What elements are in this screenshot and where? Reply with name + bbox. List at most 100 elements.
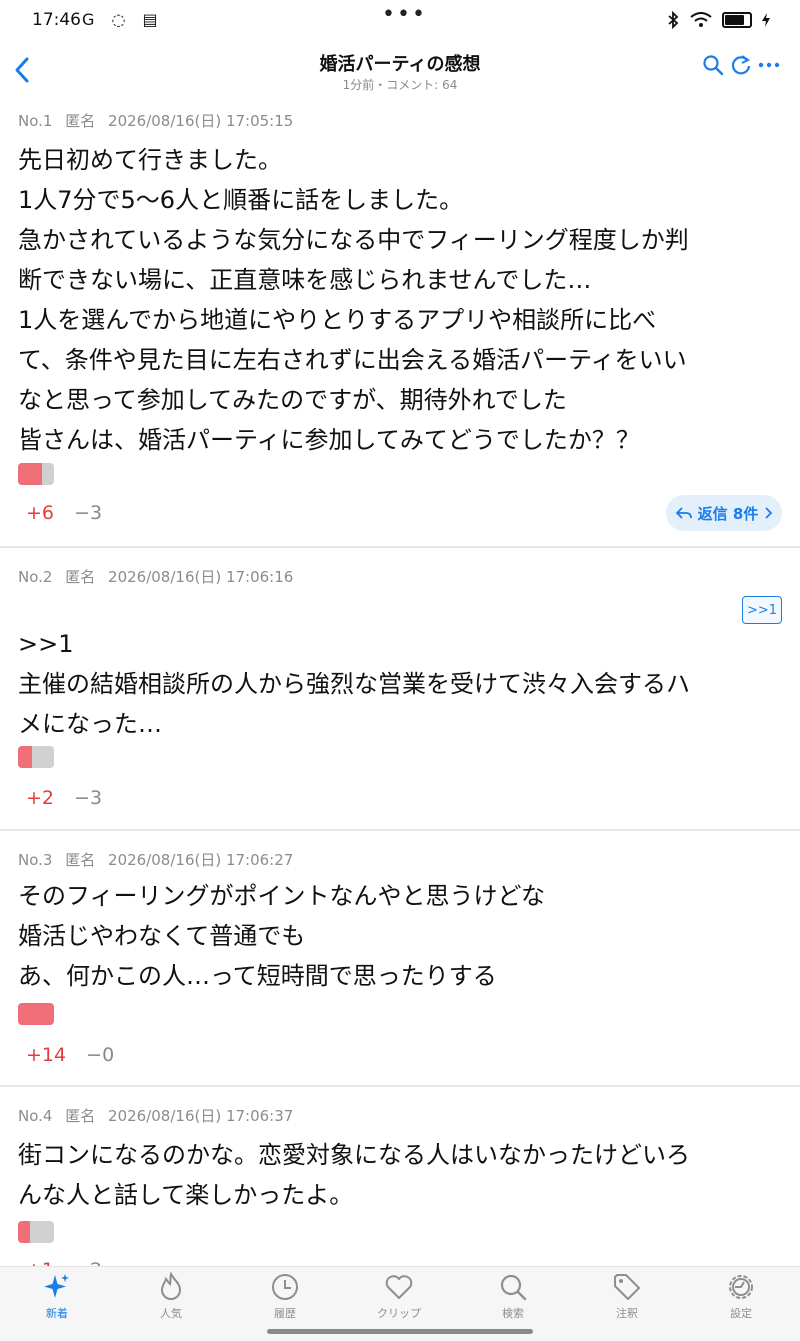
search-icon[interactable] [702, 54, 724, 76]
comment-date: 2026/08/16(日) 17:05:15 [108, 112, 294, 130]
replies-count-label: 返信 8件 [697, 504, 759, 523]
comment-body: そのフィーリングがポイントなんやと思うけどな 婚活じやわなくて普通でも あ、何か… [18, 876, 788, 996]
reply-anchor-badge[interactable]: >>1 [742, 596, 782, 624]
nav-actions [702, 54, 780, 76]
heart-icon [385, 1275, 413, 1299]
comment-date: 2026/08/16(日) 17:06:27 [108, 851, 294, 869]
comment-item[interactable]: No.3 匿名 2026/08/16(日) 17:06:27 そのフィーリングが… [0, 831, 800, 1087]
clock-icon [272, 1274, 298, 1300]
tab-label: 注釈 [616, 1307, 638, 1320]
tab-label: 履歴 [274, 1307, 296, 1320]
vote-ratio-bar [18, 1221, 54, 1243]
comment-date: 2026/08/16(日) 17:06:37 [108, 1107, 294, 1125]
refresh-icon[interactable] [730, 54, 752, 76]
comment-line: 皆さんは、婚活パーティに参加してみてどうでしたか？？ [18, 426, 640, 454]
comment-date: 2026/08/16(日) 17:06:16 [108, 568, 294, 586]
tab-label: 設定 [730, 1307, 752, 1320]
comment-number: No.2 [18, 568, 53, 586]
page-subtitle: 1分前・コメント: 64 [342, 78, 458, 92]
search-icon [500, 1274, 527, 1301]
comment-meta: No.2 匿名 2026/08/16(日) 17:06:16 [18, 566, 301, 587]
comment-line: 急かされているような気分になる中でフィーリング程度しか判 [18, 226, 689, 254]
tab-popular[interactable]: 人気 [114, 1267, 228, 1327]
plus-vote-button[interactable]: +14 [26, 1044, 66, 1066]
sparkle-icon [44, 1274, 69, 1298]
reply-anchor-link[interactable]: >>1 [18, 624, 788, 664]
tab-new[interactable]: 新着 [0, 1267, 114, 1327]
wifi-icon [690, 12, 712, 27]
tab-clip[interactable]: クリップ [342, 1267, 456, 1327]
gear-icon [729, 1275, 753, 1299]
tab-settings[interactable]: 設定 [684, 1267, 798, 1327]
vote-ratio-fill [18, 1003, 54, 1025]
comment-line: 先日初めて行きました。 [18, 146, 282, 174]
replies-button[interactable]: 返信 8件 [666, 495, 782, 531]
tab-label: 検索 [502, 1307, 524, 1320]
comment-line: メになった… [18, 710, 162, 738]
navigation-bar: 婚活パーティの感想 1分前・コメント: 64 [0, 44, 800, 100]
comment-author: 匿名 [65, 568, 96, 586]
comment-line: 断できない場に、正直意味を感じられませんでした… [18, 266, 592, 294]
page-title: 婚活パーティの感想 [319, 54, 481, 75]
comment-number: No.1 [18, 112, 53, 130]
tab-history[interactable]: 履歴 [228, 1267, 342, 1327]
vote-ratio-fill [18, 463, 43, 485]
tab-search[interactable]: 検索 [456, 1267, 570, 1327]
comment-body: 先日初めて行きました。 1人7分で5〜6人と順番に話をしました。 急かされている… [18, 140, 788, 460]
comment-line: そのフィーリングがポイントなんやと思うけどな [18, 882, 546, 910]
comment-meta: No.3 匿名 2026/08/16(日) 17:06:27 [18, 849, 301, 870]
comment-line: 1人7分で5〜6人と順番に話をしました。 [18, 186, 464, 214]
comment-number: No.3 [18, 851, 53, 869]
vote-ratio-bar [18, 1003, 54, 1025]
home-indicator[interactable] [267, 1329, 533, 1334]
comment-line: 1人を選んでから地道にやりとりするアプリや相談所に比べ [18, 306, 657, 334]
comment-meta: No.4 匿名 2026/08/16(日) 17:06:37 [18, 1105, 301, 1126]
tag-icon [614, 1274, 640, 1300]
tab-label: クリップ [377, 1307, 421, 1320]
comment-line: 街コンになるのかな。恋愛対象になる人はいなかったけどいろ [18, 1141, 690, 1169]
status-bar: 17:46 G ◌ ▤ ••• [0, 0, 800, 44]
flame-icon [160, 1271, 182, 1300]
comment-body: >>1 主催の結婚相談所の人から強烈な営業を受けて渋々入会するハ メになった… [18, 624, 788, 744]
reply-icon [675, 507, 692, 519]
comment-author: 匿名 [65, 112, 96, 130]
comment-item[interactable]: No.2 匿名 2026/08/16(日) 17:06:16 >>1 >>1 主… [0, 548, 800, 831]
minus-vote-button[interactable]: −0 [86, 1044, 114, 1066]
chevron-right-icon [765, 507, 773, 519]
comment-line: 主催の結婚相談所の人から強烈な営業を受けて渋々入会するハ [18, 670, 690, 698]
comment-list: No.1 匿名 2026/08/16(日) 17:05:15 先日初めて行きまし… [0, 100, 800, 1287]
vote-ratio-fill [18, 1221, 30, 1243]
comment-line: あ、何かこの人…って短時間で思ったりする [18, 962, 497, 990]
status-time: 17:46 [32, 10, 81, 30]
minus-vote-button[interactable]: −3 [74, 502, 102, 524]
vote-row: +6 −3 [26, 502, 102, 524]
vote-row: +14 −0 [26, 1044, 114, 1066]
vote-ratio-bar [18, 463, 54, 485]
status-notification-icons: G ◌ ▤ [82, 10, 164, 29]
comment-line: なと思って参加してみたのですが、期待外れでした [18, 386, 567, 414]
minus-vote-button[interactable]: −3 [74, 787, 102, 809]
tab-notes[interactable]: 注釈 [570, 1267, 684, 1327]
charging-icon [762, 13, 770, 27]
vote-ratio-fill [18, 746, 33, 768]
bluetooth-icon [668, 11, 679, 29]
comment-number: No.4 [18, 1107, 53, 1125]
comment-body: 街コンになるのかな。恋愛対象になる人はいなかったけどいろ んな人と話して楽しかっ… [18, 1135, 788, 1215]
comment-line: 婚活じやわなくて普通でも [18, 922, 306, 950]
comment-item[interactable]: No.4 匿名 2026/08/16(日) 17:06:37 街コンになるのかな… [0, 1087, 800, 1287]
plus-vote-button[interactable]: +2 [26, 787, 54, 809]
comment-item[interactable]: No.1 匿名 2026/08/16(日) 17:05:15 先日初めて行きまし… [0, 100, 800, 548]
vote-row: +2 −3 [26, 787, 102, 809]
battery-icon [722, 12, 752, 28]
status-dots: ••• [382, 2, 427, 27]
comment-author: 匿名 [65, 851, 96, 869]
comment-meta: No.1 匿名 2026/08/16(日) 17:05:15 [18, 110, 301, 131]
status-right-icons [666, 11, 770, 29]
tab-label: 新着 [46, 1307, 68, 1320]
plus-vote-button[interactable]: +6 [26, 502, 54, 524]
comment-line: んな人と話して楽しかったよ。 [18, 1181, 354, 1209]
tab-label: 人気 [160, 1307, 182, 1320]
comment-author: 匿名 [65, 1107, 96, 1125]
vote-ratio-bar [18, 746, 54, 768]
more-icon[interactable] [758, 54, 780, 76]
